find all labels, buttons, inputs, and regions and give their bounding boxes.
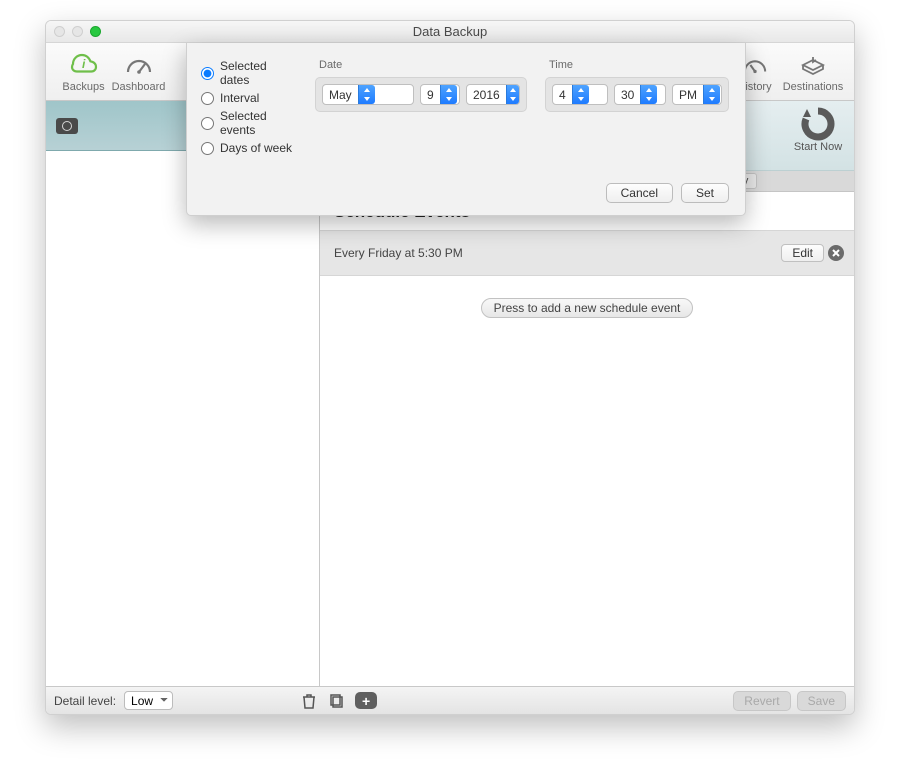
radio-input[interactable] (201, 92, 214, 105)
radio-label: Interval (220, 91, 259, 105)
stepper-icon (572, 85, 589, 104)
close-icon (831, 248, 841, 258)
radio-label: Selected events (220, 109, 297, 137)
set-button[interactable]: Set (681, 183, 729, 203)
month-select[interactable]: May (322, 84, 414, 105)
schedule-type-radios: Selected dates Interval Selected events … (201, 59, 297, 155)
day-select[interactable]: 9 (420, 84, 460, 105)
stepper-icon (506, 85, 519, 104)
refresh-icon (801, 107, 835, 141)
toolbar-item-label: Backups (62, 81, 104, 93)
radio-selected-dates[interactable]: Selected dates (201, 59, 297, 87)
radio-input[interactable] (201, 142, 214, 155)
trash-button[interactable] (299, 692, 319, 710)
stepper-icon (440, 85, 457, 104)
stepper-icon (358, 85, 375, 104)
radio-selected-events[interactable]: Selected events (201, 109, 297, 137)
minute-select[interactable]: 30 (614, 84, 666, 105)
toolbar-item-label: Dashboard (112, 81, 166, 93)
year-select[interactable]: 2016 (466, 84, 520, 105)
radio-input[interactable] (201, 67, 214, 80)
toolbar-item-label: Destinations (783, 81, 844, 93)
radio-interval[interactable]: Interval (201, 91, 297, 105)
add-schedule-event-button[interactable]: Press to add a new schedule event (481, 298, 694, 318)
event-description: Every Friday at 5:30 PM (334, 246, 781, 260)
window-title: Data Backup (46, 24, 854, 39)
date-group: Date May 9 2016 (315, 59, 527, 155)
app-window: Data Backup i Backups Dashboard History (45, 20, 855, 715)
drive-icon (56, 118, 78, 134)
cancel-button[interactable]: Cancel (606, 183, 673, 203)
toolbar-destinations[interactable]: Destinations (782, 50, 844, 93)
delete-event-button[interactable] (828, 245, 844, 261)
time-label: Time (549, 59, 729, 71)
radio-days-of-week[interactable]: Days of week (201, 141, 297, 155)
schedule-event-row: Every Friday at 5:30 PM Edit (320, 230, 854, 276)
titlebar: Data Backup (46, 21, 854, 43)
stepper-icon (640, 85, 657, 104)
start-now-label: Start Now (794, 141, 842, 153)
stepper-icon (703, 85, 720, 104)
trash-icon (302, 693, 316, 709)
edit-event-button[interactable]: Edit (781, 244, 824, 262)
destinations-icon (798, 50, 828, 80)
copy-icon (329, 693, 345, 709)
hour-select[interactable]: 4 (552, 84, 608, 105)
detail-level-label: Detail level: (54, 694, 116, 708)
dashboard-icon (124, 50, 154, 80)
bottom-bar: Detail level: Low + Revert Save (46, 686, 854, 714)
save-button[interactable]: Save (797, 691, 846, 711)
time-group: Time 4 30 PM (545, 59, 729, 155)
duplicate-button[interactable] (327, 692, 347, 710)
toolbar-dashboard[interactable]: Dashboard (111, 50, 166, 93)
radio-label: Selected dates (220, 59, 297, 87)
backups-icon: i (69, 50, 99, 80)
toolbar-backups[interactable]: i Backups (56, 50, 111, 93)
radio-input[interactable] (201, 117, 214, 130)
svg-text:i: i (82, 57, 86, 71)
schedule-sheet: Selected dates Interval Selected events … (186, 43, 746, 216)
radio-label: Days of week (220, 141, 292, 155)
date-label: Date (319, 59, 527, 71)
add-button[interactable]: + (355, 692, 377, 709)
start-now-button[interactable]: Start Now (788, 107, 848, 153)
detail-level-select[interactable]: Low (124, 691, 173, 710)
revert-button[interactable]: Revert (733, 691, 790, 711)
ampm-select[interactable]: PM (672, 84, 722, 105)
